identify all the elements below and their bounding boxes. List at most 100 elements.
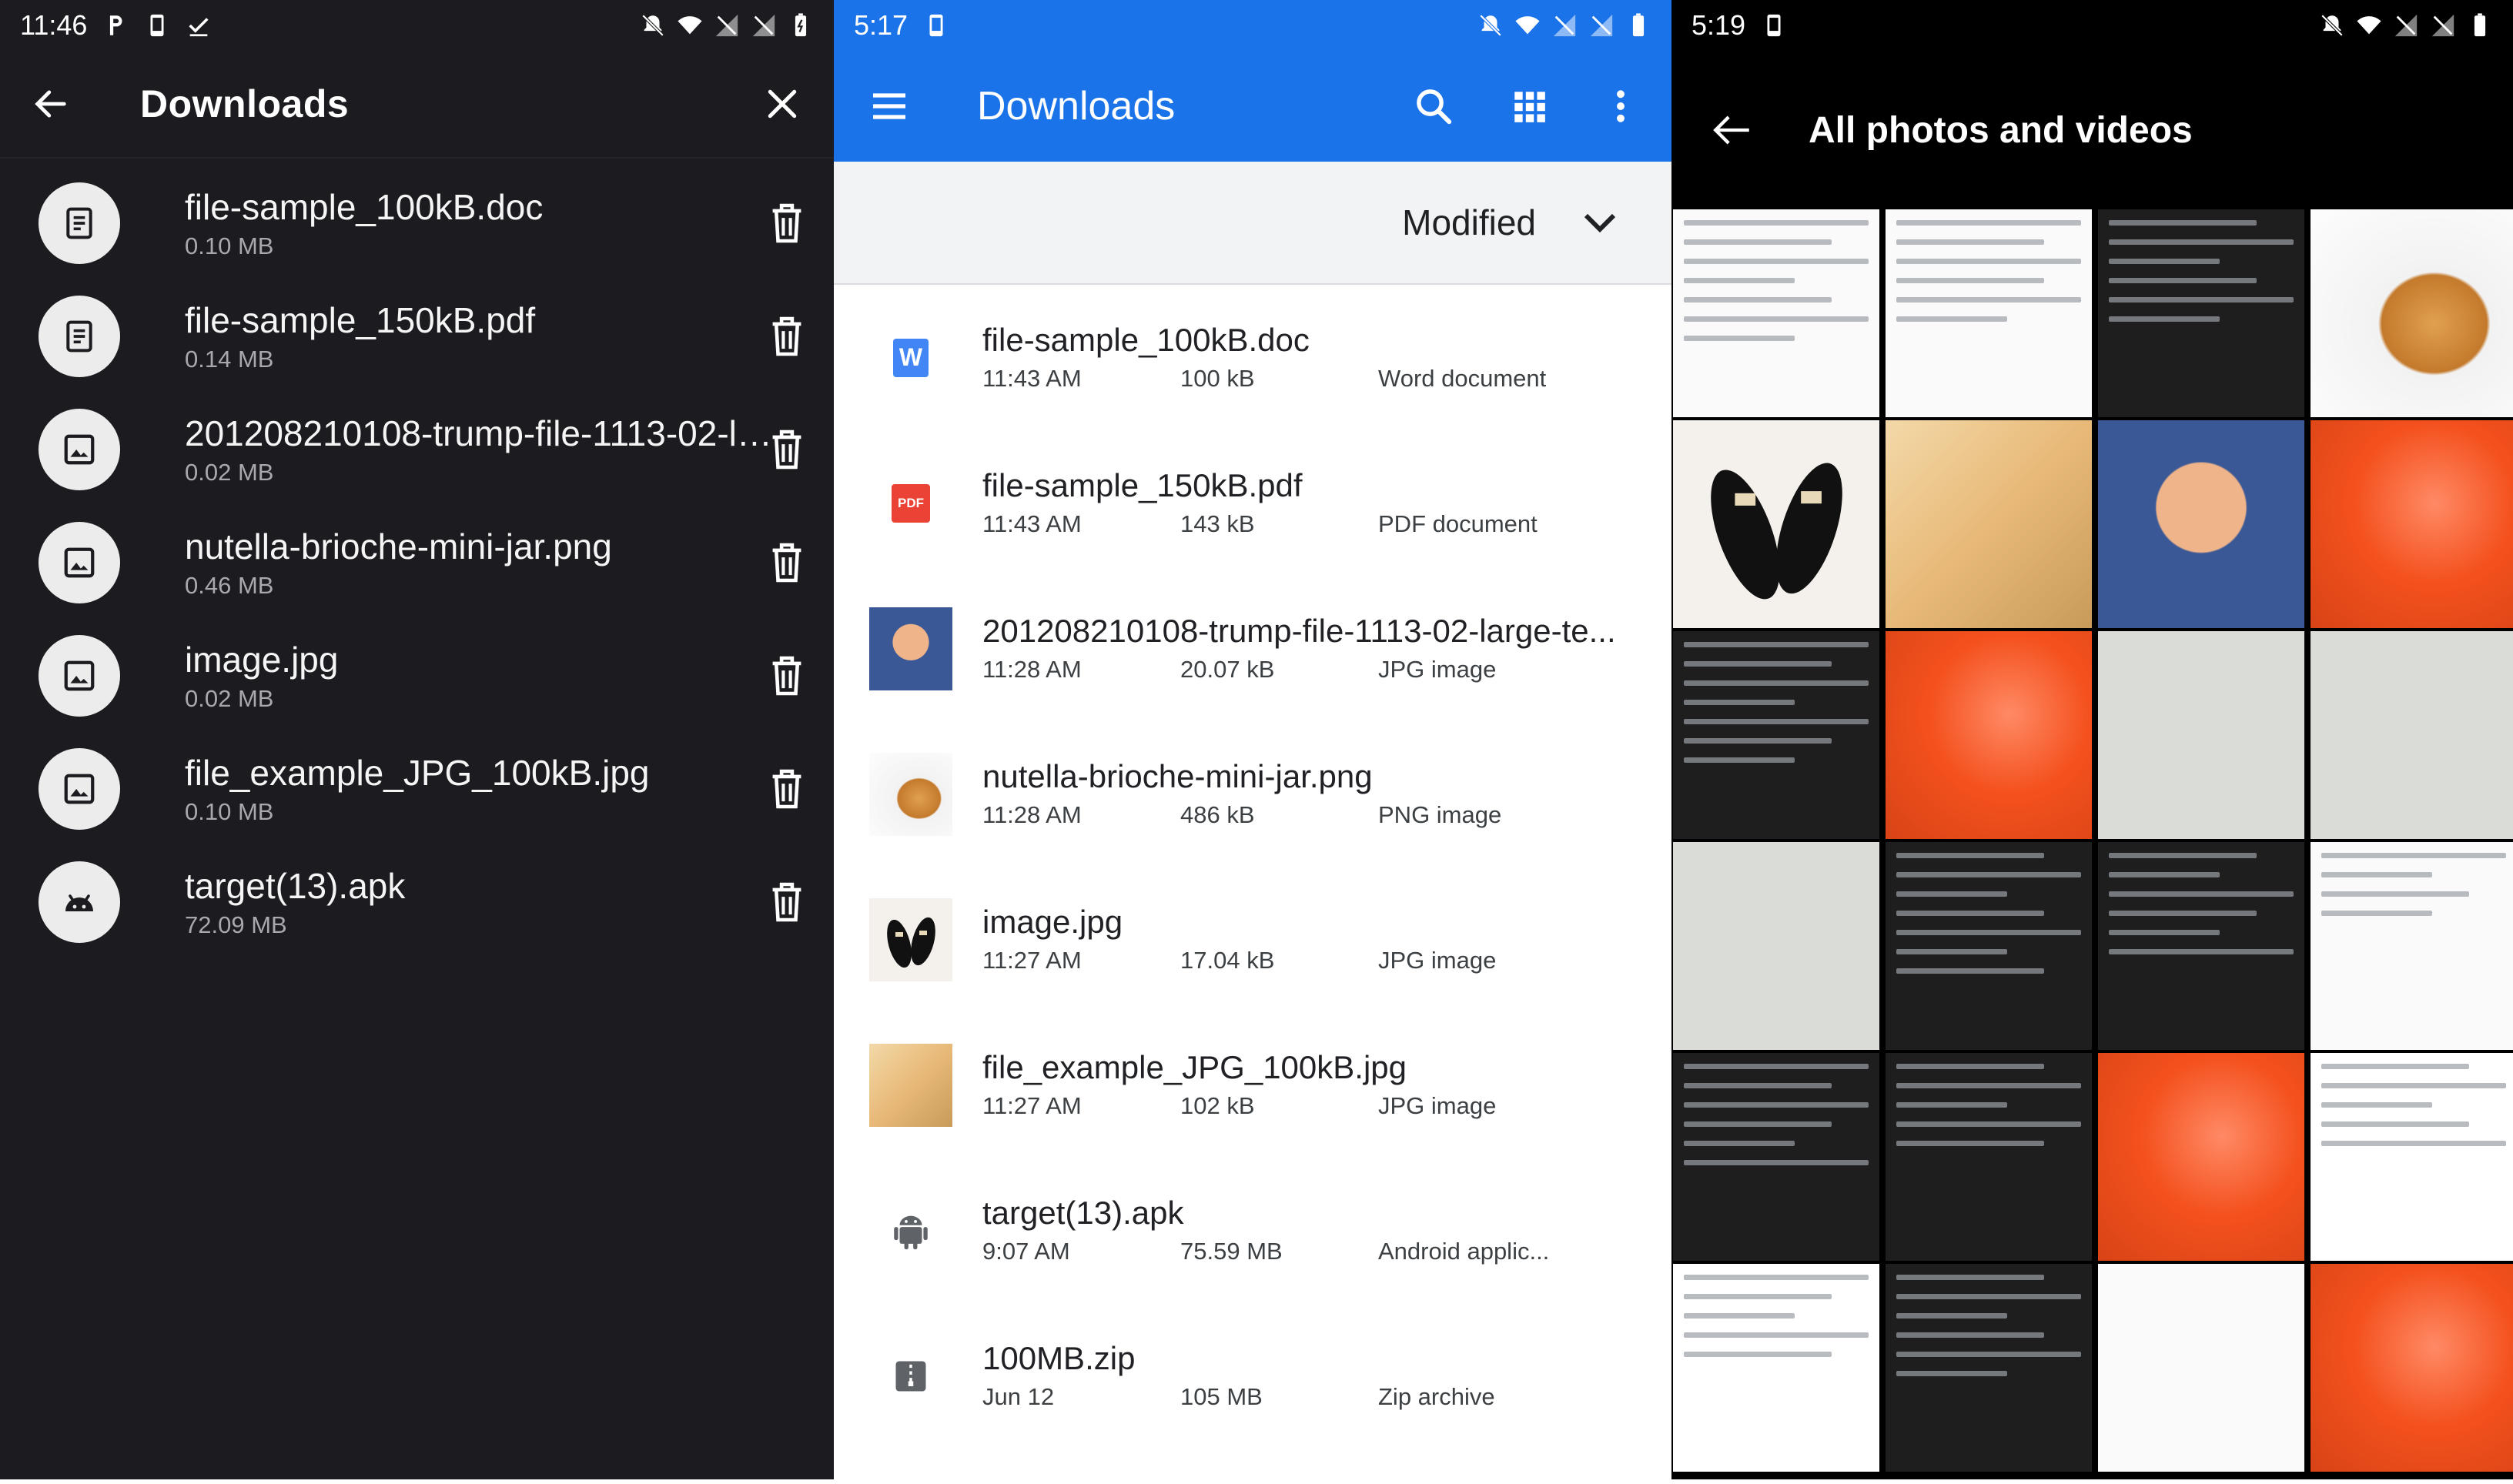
photo-thumbnail[interactable]: [2098, 1264, 2304, 1472]
zip-icon: [869, 1335, 952, 1418]
photo-thumbnail[interactable]: [2311, 420, 2513, 628]
file-type: JPG image: [1378, 656, 1497, 683]
list-item[interactable]: W file-sample_100kB.doc 11:43 AM 100 kB Wo…: [834, 285, 1671, 430]
file-size: 0.14 MB: [185, 345, 274, 373]
photo-thumbnail[interactable]: [1886, 420, 2092, 628]
image-icon: [64, 774, 95, 804]
list-item[interactable]: image.jpg 11:27 AM 17.04 kB JPG image: [834, 867, 1671, 1012]
signal-icon: [752, 14, 775, 37]
trash-icon[interactable]: [769, 428, 805, 471]
photo-thumbnail[interactable]: [1673, 1053, 1879, 1261]
list-item[interactable]: file-sample_100kB.doc 0.10 MB: [0, 166, 834, 279]
pdf-badge: PDF: [892, 483, 930, 523]
trash-icon[interactable]: [769, 202, 805, 245]
back-arrow-icon[interactable]: [31, 84, 71, 124]
list-item[interactable]: target(13).apk 72.09 MB: [0, 845, 834, 958]
photo-thumbnail[interactable]: [1673, 631, 1879, 839]
trash-icon[interactable]: [769, 881, 805, 924]
page-title: Downloads: [140, 82, 350, 125]
sort-bar[interactable]: Modified: [834, 162, 1671, 285]
more-options-icon[interactable]: [1604, 85, 1638, 127]
list-item[interactable]: 201208210108-trump-file-1113-02-large-te…: [0, 393, 834, 506]
zip-archive-graphic: [895, 1361, 926, 1391]
downloads-list: file-sample_100kB.doc 0.10 MB file-sample…: [0, 166, 834, 958]
file-name: file-sample_150kB.pdf: [982, 467, 1303, 503]
search-icon[interactable]: [1413, 85, 1454, 127]
file-type: JPG image: [1378, 1092, 1497, 1119]
list-item[interactable]: image.jpg 0.02 MB: [0, 619, 834, 732]
close-icon[interactable]: [761, 83, 803, 125]
photo-thumbnail[interactable]: [1673, 842, 1879, 1050]
list-item[interactable]: PDF file-sample_150kB.pdf 11:43 AM 143 kB…: [834, 430, 1671, 576]
photo-thumbnail[interactable]: [1673, 1264, 1879, 1472]
list-item[interactable]: 100MB.zip Jun 12 105 MB Zip archive: [834, 1303, 1671, 1449]
photo-thumbnail[interactable]: [2311, 1264, 2513, 1472]
photo-thumbnail[interactable]: [2311, 842, 2513, 1050]
file-name: nutella-brioche-mini-jar.png: [185, 526, 612, 567]
image-icon: [64, 434, 95, 464]
photo-thumbnail[interactable]: [1673, 209, 1879, 417]
trash-icon[interactable]: [769, 654, 805, 697]
file-time: 11:28 AM: [982, 801, 1082, 828]
photo-thumbnail[interactable]: [2098, 209, 2304, 417]
files-app-light-panel: 5:17 Downloads Modified W file-sample_10: [834, 0, 1671, 1479]
file-name: file-sample_100kB.doc: [185, 186, 544, 227]
word-icon: W: [869, 316, 952, 399]
photo-thumbnail[interactable]: [2098, 631, 2304, 839]
photo-thumbnail: [869, 1043, 952, 1127]
photo-thumbnail[interactable]: [1886, 842, 2092, 1050]
file-name: target(13).apk: [982, 1195, 1184, 1231]
photo-thumbnail[interactable]: [2311, 631, 2513, 839]
photo-thumbnail[interactable]: [1886, 631, 2092, 839]
photo-thumbnail[interactable]: [2311, 1053, 2513, 1261]
file-name: nutella-brioche-mini-jar.png: [982, 758, 1373, 794]
trash-icon[interactable]: [769, 541, 805, 584]
photo-thumbnail[interactable]: [1886, 1264, 2092, 1472]
wifi-icon: [1515, 16, 1540, 35]
file-size: 0.10 MB: [185, 797, 274, 825]
trash-icon[interactable]: [769, 767, 805, 811]
photo-thumbnail[interactable]: [2098, 420, 2304, 628]
phone-icon: [150, 14, 164, 37]
status-bar: 11:46: [0, 0, 834, 51]
list-item[interactable]: file-sample_150kB.pdf 0.14 MB: [0, 279, 834, 393]
grid-view-icon[interactable]: [1510, 87, 1548, 125]
signal-icon: [2394, 14, 2418, 37]
list-item[interactable]: nutella-brioche-mini-jar.png 0.46 MB: [0, 506, 834, 619]
photo-thumbnail[interactable]: [2098, 842, 2304, 1050]
signal-icon: [1590, 14, 1613, 37]
list-item[interactable]: file_example_JPG_100kB.jpg 11:27 AM 102 k…: [834, 1012, 1671, 1158]
file-type: JPG image: [1378, 947, 1497, 974]
file-size: 100 kB: [1180, 365, 1255, 392]
photo-thumbnail: [869, 897, 952, 981]
file-icon-badge: [38, 861, 120, 943]
file-icon-badge: [38, 521, 120, 603]
status-bar: 5:17: [834, 0, 1671, 51]
list-item[interactable]: 201208210108-trump-file-1113-02-large-te…: [834, 576, 1671, 721]
notifications-off-icon: [641, 14, 664, 37]
trash-icon[interactable]: [769, 315, 805, 358]
signal-icon: [1553, 14, 1576, 37]
file-name: file-sample_100kB.doc: [982, 322, 1310, 358]
shoes-thumb-graphic: [887, 917, 935, 968]
downloads-list: W file-sample_100kB.doc 11:43 AM 100 kB Wo…: [834, 285, 1671, 1449]
photo-thumbnail[interactable]: [1886, 209, 2092, 417]
chevron-down-icon[interactable]: [1579, 202, 1621, 243]
sort-label: Modified: [1402, 202, 1536, 242]
file-name: 201208210108-trump-file-1113-02-large-te…: [982, 613, 1616, 649]
phone-icon: [929, 14, 943, 37]
file-type: Android applic...: [1378, 1238, 1550, 1265]
file-size: 0.02 MB: [185, 684, 274, 712]
photo-thumbnail[interactable]: [1886, 1053, 2092, 1261]
photo-thumbnail[interactable]: [2098, 1053, 2304, 1261]
word-badge: W: [893, 338, 929, 377]
photo-thumbnail[interactable]: [1673, 420, 1879, 628]
list-item[interactable]: file_example_JPG_100kB.jpg 0.10 MB: [0, 732, 834, 845]
list-item[interactable]: nutella-brioche-mini-jar.png 11:28 AM 486…: [834, 721, 1671, 867]
file-size: 75.59 MB: [1180, 1238, 1283, 1265]
list-item[interactable]: target(13).apk 9:07 AM 75.59 MB Android ap…: [834, 1158, 1671, 1303]
back-arrow-icon[interactable]: [1710, 108, 1755, 152]
file-size: 102 kB: [1180, 1092, 1255, 1119]
menu-icon[interactable]: [868, 85, 911, 128]
photo-thumbnail[interactable]: [2311, 209, 2513, 417]
